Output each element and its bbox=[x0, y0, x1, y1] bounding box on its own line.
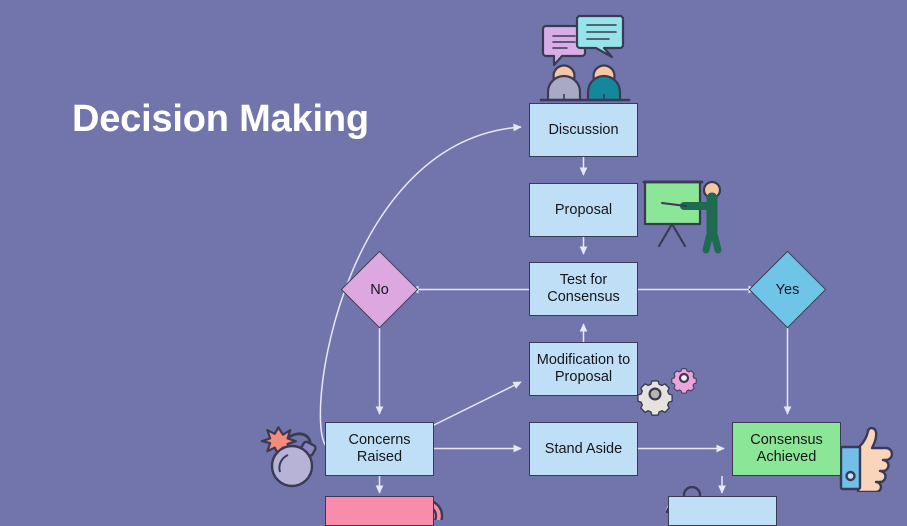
node-modification-to-proposal[interactable]: Modification to Proposal bbox=[529, 342, 638, 396]
node-label: Consensus Achieved bbox=[750, 432, 823, 465]
node-label: Stand Aside bbox=[544, 440, 623, 457]
flowchart-canvas: Decision Making Discussion Proposal Test… bbox=[0, 0, 907, 526]
node-consensus-achieved[interactable]: Consensus Achieved bbox=[732, 422, 841, 476]
thumbs-up-icon bbox=[839, 426, 894, 492]
node-label: Concerns Raised bbox=[348, 432, 411, 465]
node-no[interactable]: No bbox=[340, 250, 419, 329]
presenter-whiteboard-icon bbox=[642, 180, 722, 254]
node-label: Proposal bbox=[554, 201, 613, 218]
node-proposal[interactable]: Proposal bbox=[529, 183, 638, 237]
two-people-speech-bubbles-icon bbox=[539, 14, 631, 102]
node-label: Discussion bbox=[548, 121, 619, 138]
page-title: Decision Making bbox=[72, 98, 369, 140]
node-yes[interactable]: Yes bbox=[748, 250, 827, 329]
node-bottom-blue[interactable] bbox=[668, 496, 777, 526]
node-label: Modification to Proposal bbox=[536, 352, 631, 385]
edge-concerns-modification bbox=[431, 381, 522, 427]
bomb-icon bbox=[260, 426, 317, 488]
node-stand-aside[interactable]: Stand Aside bbox=[529, 422, 638, 476]
node-discussion[interactable]: Discussion bbox=[529, 103, 638, 157]
node-bottom-pink[interactable] bbox=[325, 496, 434, 526]
node-label: No bbox=[370, 281, 389, 298]
node-label: Yes bbox=[775, 281, 800, 298]
node-label: Test for Consensus bbox=[547, 272, 620, 305]
node-test-for-consensus[interactable]: Test for Consensus bbox=[529, 262, 638, 316]
node-concerns-raised[interactable]: Concerns Raised bbox=[325, 422, 434, 476]
